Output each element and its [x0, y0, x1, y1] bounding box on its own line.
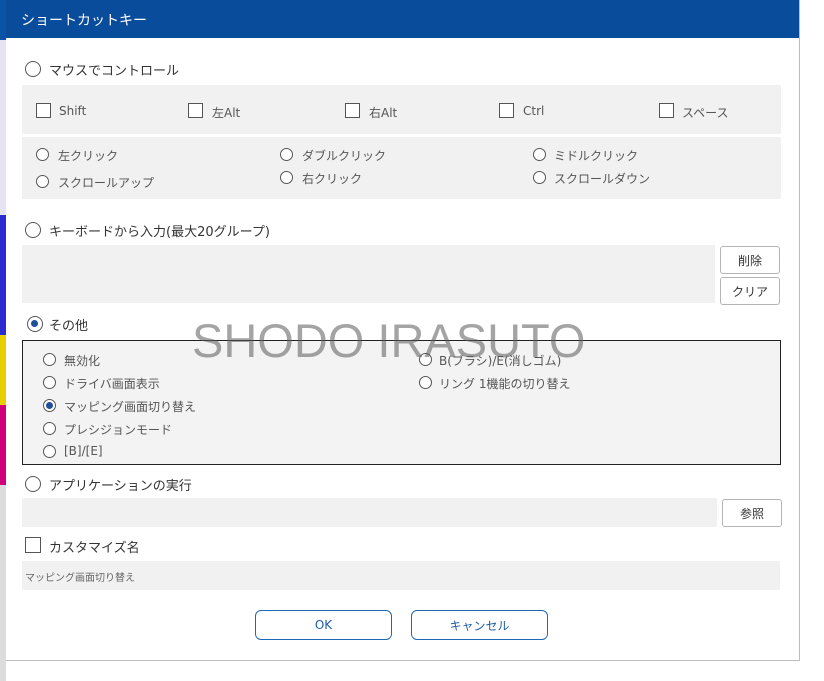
scroll-down-radio[interactable] [533, 171, 546, 184]
left-click-radio[interactable] [36, 148, 49, 161]
title-bar: ショートカットキー [6, 0, 799, 38]
keyboard-input-radio[interactable] [25, 222, 41, 238]
keyboard-input-field[interactable] [22, 245, 715, 303]
app-path-field[interactable] [22, 498, 717, 527]
custom-name-field[interactable]: マッピング画面切り替え [22, 561, 780, 590]
left-alt-checkbox[interactable] [188, 103, 203, 118]
keyboard-input-label: キーボードから入力(最大20グループ) [49, 225, 270, 240]
right-alt-label: 右Alt [369, 106, 398, 120]
browse-button[interactable]: 参照 [722, 499, 782, 527]
disable-radio[interactable] [43, 353, 56, 366]
custom-name-label: カスタマイズ名 [49, 541, 140, 556]
middle-click-label: ミドルクリック [554, 149, 639, 163]
space-label: スペース [682, 106, 729, 120]
mouse-control-radio[interactable] [25, 61, 41, 77]
scroll-down-label: スクロールダウン [554, 172, 651, 186]
mapping-switch-label: マッピング画面切り替え [64, 400, 197, 414]
shift-label: Shift [59, 104, 87, 118]
space-checkbox[interactable] [659, 103, 674, 118]
ring-function-label: リング 1機能の切り替え [439, 377, 571, 391]
precision-mode-radio[interactable] [43, 422, 56, 435]
right-click-label: 右クリック [302, 172, 363, 186]
b-e-radio[interactable] [43, 445, 56, 458]
shift-checkbox[interactable] [36, 103, 51, 118]
disable-label: 無効化 [64, 354, 101, 368]
dialog-title: ショートカットキー [21, 13, 147, 29]
driver-screen-label: ドライバ画面表示 [64, 377, 160, 391]
cancel-button[interactable]: キャンセル [411, 610, 548, 640]
driver-screen-radio[interactable] [43, 376, 56, 389]
b-e-label: [B]/[E] [64, 444, 103, 458]
clear-button[interactable]: クリア [720, 277, 780, 305]
watermark-text: SHODO IRASUTO [192, 314, 586, 367]
ok-button[interactable]: OK [255, 610, 392, 640]
scroll-up-radio[interactable] [36, 175, 49, 188]
precision-mode-label: プレシジョンモード [64, 423, 173, 437]
delete-button[interactable]: 削除 [720, 246, 780, 274]
left-click-label: 左クリック [58, 149, 119, 163]
double-click-radio[interactable] [280, 148, 293, 161]
modifier-panel: Shift 左Alt 右Alt Ctrl スペース [22, 85, 781, 134]
custom-name-value: マッピング画面切り替え [25, 573, 135, 584]
left-alt-label: 左Alt [212, 106, 241, 120]
other-label: その他 [49, 319, 89, 334]
ring-function-radio[interactable] [419, 376, 432, 389]
mapping-switch-radio[interactable] [43, 399, 56, 412]
scroll-up-label: スクロールアップ [58, 176, 155, 190]
ctrl-checkbox[interactable] [499, 103, 514, 118]
run-app-label: アプリケーションの実行 [49, 479, 192, 494]
middle-click-radio[interactable] [533, 148, 546, 161]
right-click-radio[interactable] [280, 171, 293, 184]
mouse-control-label: マウスでコントロール [49, 64, 180, 79]
ctrl-label: Ctrl [523, 104, 545, 118]
double-click-label: ダブルクリック [302, 149, 387, 163]
custom-name-checkbox[interactable] [25, 537, 41, 553]
other-radio[interactable] [27, 316, 43, 332]
right-alt-checkbox[interactable] [345, 103, 360, 118]
click-panel: 左クリック ダブルクリック ミドルクリック スクロールアップ 右クリック スクロ… [22, 137, 781, 199]
run-app-radio[interactable] [25, 476, 41, 492]
